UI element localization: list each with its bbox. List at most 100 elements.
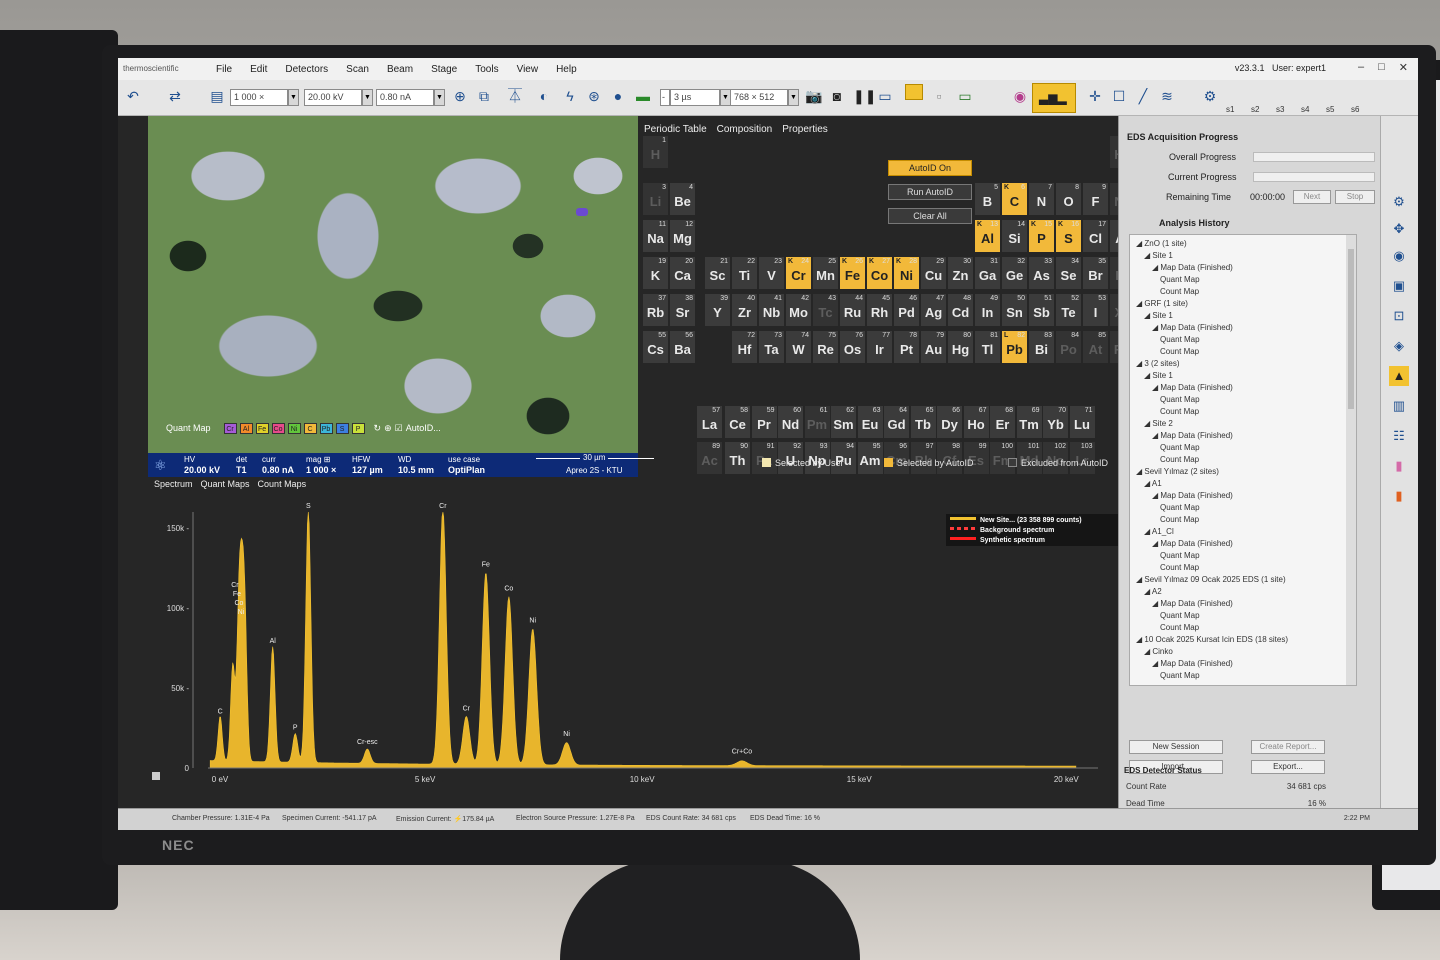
- element-hf[interactable]: 72 Hf: [732, 331, 757, 363]
- element-ac[interactable]: 89 Ac: [697, 442, 722, 474]
- map-icon[interactable]: ▮: [1389, 456, 1409, 476]
- video-icon[interactable]: ▭: [876, 87, 894, 105]
- wobble-icon[interactable]: ϟ: [561, 87, 579, 105]
- element-fe[interactable]: 26 K Fe: [840, 257, 865, 289]
- element-bi[interactable]: 83 Bi: [1029, 331, 1054, 363]
- history-node[interactable]: ◢ Map Data (Finished): [1152, 491, 1233, 500]
- element-f[interactable]: 9F: [1083, 183, 1108, 215]
- element-am[interactable]: 95 Am: [857, 442, 883, 474]
- history-node[interactable]: ◢ Site 1: [1144, 371, 1173, 380]
- menu-scan[interactable]: Scan: [346, 64, 369, 75]
- focus-icon[interactable]: ●: [609, 87, 627, 105]
- legend-item[interactable]: Selected by User: [762, 458, 844, 468]
- element-at[interactable]: 85 At: [1083, 331, 1108, 363]
- element-te[interactable]: 52 Te: [1056, 294, 1081, 326]
- frame-icon[interactable]: ⊡: [1389, 306, 1409, 326]
- history-node[interactable]: Quant Map: [1160, 335, 1200, 344]
- history-node[interactable]: ◢ Map Data (Finished): [1152, 599, 1233, 608]
- layers-icon[interactable]: ≋: [1158, 87, 1176, 105]
- pause-icon[interactable]: ❚❚: [853, 87, 876, 105]
- element-pd[interactable]: 46 Pd: [894, 294, 919, 326]
- current-field[interactable]: 0.80 nA: [376, 89, 434, 106]
- history-node[interactable]: Count Map: [1160, 347, 1199, 356]
- legend-item[interactable]: Selected by AutoID: [884, 458, 974, 468]
- gear-icon[interactable]: ⚙: [1389, 192, 1409, 212]
- element-sb[interactable]: 51 Sb: [1029, 294, 1054, 326]
- history-node[interactable]: ◢ Site 2: [1144, 419, 1173, 428]
- hv-dropdown[interactable]: ▼: [362, 89, 373, 106]
- element-gd[interactable]: 64 Gd: [884, 406, 909, 438]
- element-li[interactable]: 3 Li: [643, 183, 668, 215]
- menu-view[interactable]: View: [517, 64, 539, 75]
- spectrum-tab-2[interactable]: Count Maps: [258, 479, 307, 489]
- spectrum-legend-item[interactable]: Synthetic spectrum: [950, 536, 1114, 546]
- element-s[interactable]: 16 K S: [1056, 220, 1081, 252]
- layers-color-icon[interactable]: ▮: [1389, 486, 1409, 506]
- cube-icon[interactable]: ◈: [1389, 336, 1409, 356]
- history-node[interactable]: ◢ Sevil Yılmaz 09 Ocak 2025 EDS (1 site): [1136, 575, 1286, 584]
- element-cu[interactable]: 29 Cu: [921, 257, 946, 289]
- element-os[interactable]: 76 Os: [840, 331, 865, 363]
- element-n[interactable]: 7N: [1029, 183, 1054, 215]
- element-tc[interactable]: 43 Tc: [813, 294, 838, 326]
- crosshair-icon[interactable]: ⊕: [451, 87, 469, 105]
- element-mo[interactable]: 42 Mo: [786, 294, 811, 326]
- snapshot-icon[interactable]: 📷: [805, 87, 823, 105]
- element-ho[interactable]: 67 Ho: [963, 406, 989, 438]
- quant-map-label[interactable]: Quant Map: [166, 423, 211, 433]
- element-p[interactable]: 15 K P: [1029, 220, 1054, 252]
- stop-button[interactable]: Stop: [1335, 190, 1375, 204]
- detector-icon[interactable]: ▤: [208, 87, 226, 105]
- history-node[interactable]: ◢ Map Data (Finished): [1152, 431, 1233, 440]
- element-se[interactable]: 34 Se: [1056, 257, 1081, 289]
- history-node[interactable]: Quant Map: [1160, 611, 1200, 620]
- history-node[interactable]: ◢ Site 1: [1144, 251, 1173, 260]
- element-po[interactable]: 84 Po: [1056, 331, 1081, 363]
- element-sc[interactable]: 21 Sc: [705, 257, 730, 289]
- history-node[interactable]: ◢ ZnO (1 site): [1136, 239, 1187, 248]
- panel-icon[interactable]: ▣: [1389, 276, 1409, 296]
- slot-s6[interactable]: s6: [1351, 105, 1359, 114]
- history-node[interactable]: ◢ 10 Ocak 2025 Kursat Icin EDS (18 sites…: [1136, 635, 1288, 644]
- stigmator-icon[interactable]: ⊛: [585, 87, 603, 105]
- resolution-dropdown[interactable]: ▼: [788, 89, 799, 106]
- element-sm[interactable]: 62 Sm: [831, 406, 856, 438]
- element-w[interactable]: 74 W: [786, 331, 811, 363]
- autoid-on-button[interactable]: AutoID On: [888, 160, 972, 176]
- run-autoid-button[interactable]: Run AutoID: [888, 184, 972, 200]
- element-chip-pb[interactable]: Pb: [319, 422, 333, 434]
- maximize-icon[interactable]: □: [1378, 61, 1385, 74]
- area-tool-icon[interactable]: ▭: [956, 87, 974, 105]
- element-ru[interactable]: 44 Ru: [840, 294, 865, 326]
- element-pb[interactable]: 82 L Pb: [1002, 331, 1027, 363]
- history-node[interactable]: Quant Map: [1160, 443, 1200, 452]
- element-v[interactable]: 23 V: [759, 257, 784, 289]
- slot-s3[interactable]: s3: [1276, 105, 1284, 114]
- menu-help[interactable]: Help: [556, 64, 577, 75]
- magnification-field[interactable]: 1 000 ×: [230, 89, 288, 106]
- element-mn[interactable]: 25 Mn: [813, 257, 838, 289]
- element-chip-cr[interactable]: Cr: [223, 422, 237, 434]
- legend-item[interactable]: Excluded from AutoID: [1008, 458, 1108, 468]
- spectrum-options-icon[interactable]: [152, 772, 160, 780]
- element-hg[interactable]: 80 Hg: [948, 331, 973, 363]
- element-er[interactable]: 68 Er: [990, 406, 1015, 438]
- menu-beam[interactable]: Beam: [387, 64, 413, 75]
- element-nd[interactable]: 60 Nd: [778, 406, 803, 438]
- pt-tab-2[interactable]: Properties: [782, 124, 828, 135]
- spectrum-legend-item[interactable]: New Site... (23 358 899 counts): [950, 516, 1114, 526]
- element-ba[interactable]: 56 Ba: [670, 331, 695, 363]
- history-node[interactable]: Quant Map: [1160, 503, 1200, 512]
- move-icon[interactable]: ✥: [1389, 219, 1409, 239]
- history-node[interactable]: Quant Map: [1160, 671, 1200, 680]
- element-i[interactable]: 53 I: [1083, 294, 1108, 326]
- eye-icon[interactable]: ◉: [1389, 246, 1409, 266]
- history-node[interactable]: Count Map: [1160, 515, 1199, 524]
- chart-icon[interactable]: ▥: [1389, 396, 1409, 416]
- element-chip-co[interactable]: Co: [271, 422, 285, 434]
- element-rh[interactable]: 45 Rh: [867, 294, 892, 326]
- element-c[interactable]: 6 KC: [1002, 183, 1027, 215]
- element-k[interactable]: 19 K: [643, 257, 668, 289]
- zoom-icon[interactable]: ⧉: [475, 87, 493, 105]
- element-ga[interactable]: 31 Ga: [975, 257, 1000, 289]
